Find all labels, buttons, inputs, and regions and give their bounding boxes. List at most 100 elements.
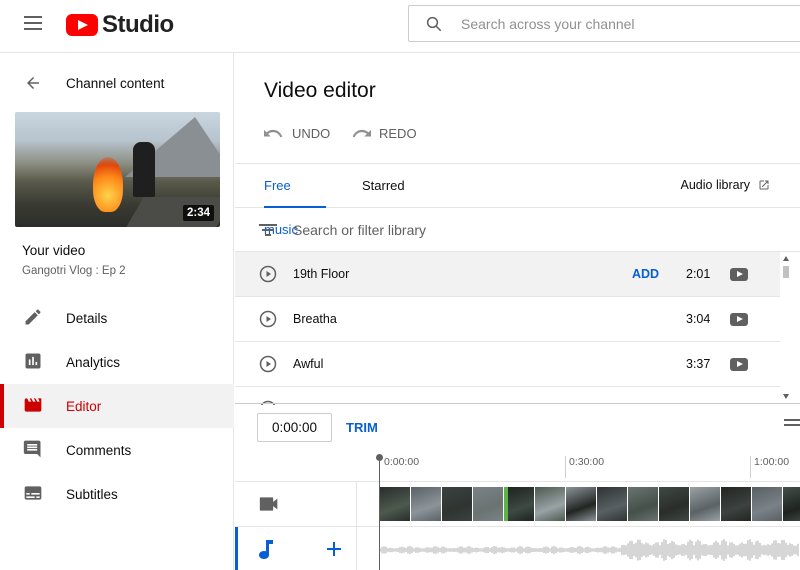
video-frame — [442, 487, 472, 521]
page-title: Video editor — [264, 79, 376, 102]
video-frame — [690, 487, 720, 521]
back-arrow-icon[interactable] — [24, 74, 42, 92]
track-list: 19th Floor ADD 2:01 Breatha 3:04 Awful 3… — [235, 252, 780, 405]
video-frame — [597, 487, 627, 521]
top-bar: Studio — [0, 0, 800, 53]
video-frame — [659, 487, 689, 521]
youtube-icon[interactable] — [730, 313, 748, 326]
sidebar-item-label: Subtitles — [66, 486, 118, 502]
track-duration: 3:04 — [686, 312, 711, 326]
scroll-down-icon[interactable] — [783, 394, 789, 399]
track-row[interactable]: 19th Floor ADD 2:01 — [235, 252, 780, 297]
logo-text: Studio — [102, 11, 174, 38]
track-list-scrollbar[interactable] — [780, 252, 792, 404]
audio-library-link[interactable]: Audio library — [681, 178, 770, 192]
track-row[interactable]: Awful 3:37 — [235, 342, 780, 387]
video-frame — [535, 487, 565, 521]
audio-library-label: Audio library — [680, 178, 750, 192]
sidebar-item-label: Details — [66, 310, 108, 326]
sidebar-item-label: Comments — [66, 442, 132, 458]
add-track-button[interactable]: ADD — [632, 267, 659, 281]
youtube-icon[interactable] — [730, 358, 748, 371]
sidebar-item-analytics[interactable]: Analytics — [0, 340, 234, 384]
filter-row[interactable]: Search or filter library — [235, 208, 800, 252]
track-row[interactable]: Breatha 3:04 — [235, 297, 780, 342]
pencil-icon — [25, 309, 41, 325]
filter-input[interactable]: Search or filter library — [293, 222, 426, 238]
search-input[interactable] — [461, 15, 761, 32]
timeline: 0:00:00 TRIM 0:00:00 0:30:00 1:00:00 — [235, 403, 800, 570]
video-frame — [566, 487, 596, 521]
sidebar-item-label: Editor — [66, 398, 102, 414]
youtube-icon[interactable] — [730, 268, 748, 281]
redo-label: REDO — [379, 126, 417, 141]
current-time-field[interactable]: 0:00:00 — [257, 413, 332, 442]
playhead[interactable] — [376, 454, 383, 570]
back-label: Channel content — [66, 75, 165, 91]
tab-free-music[interactable]: Free music — [264, 164, 326, 237]
hamburger-menu-icon[interactable] — [24, 16, 42, 30]
main-content: Video editor UNDO REDO Free music Starre… — [235, 53, 800, 570]
undo-button[interactable]: UNDO — [264, 126, 330, 141]
tab-starred[interactable]: Starred — [362, 164, 405, 208]
audio-track-row — [235, 526, 800, 570]
video-frame — [380, 487, 410, 521]
studio-logo[interactable]: Studio — [66, 11, 174, 39]
video-thumbnail[interactable]: 2:34 — [15, 112, 220, 227]
music-note-icon — [259, 540, 273, 559]
redo-icon — [352, 129, 371, 137]
sidebar-nav: Details Analytics Editor Comments Subtit… — [0, 296, 234, 516]
ruler-tick — [565, 456, 566, 478]
track-name: Awful — [293, 357, 324, 371]
ruler-tick — [750, 456, 751, 478]
youtube-logo-icon — [66, 14, 98, 36]
play-circle-icon[interactable] — [259, 310, 277, 328]
comments-icon — [23, 440, 41, 458]
subtitles-icon — [24, 486, 42, 500]
audio-waveform[interactable] — [380, 535, 800, 565]
analytics-icon — [25, 353, 41, 369]
back-to-channel-content[interactable]: Channel content — [0, 67, 234, 99]
timeline-ruler[interactable]: 0:00:00 0:30:00 1:00:00 — [235, 452, 800, 481]
ruler-tick-label: 0:30:00 — [569, 456, 605, 468]
drag-handle-icon[interactable] — [784, 419, 800, 426]
editor-clapper-icon — [24, 398, 42, 412]
thumbnail-duration: 2:34 — [182, 205, 214, 221]
video-frame — [628, 487, 658, 521]
scroll-up-icon[interactable] — [783, 256, 789, 261]
sidebar-item-comments[interactable]: Comments — [0, 428, 234, 472]
audio-library-panel: Free music Starred Audio library Search … — [235, 163, 800, 405]
play-circle-icon[interactable] — [259, 355, 277, 373]
video-frame — [504, 487, 534, 521]
video-frame — [473, 487, 503, 521]
filter-icon[interactable] — [259, 223, 277, 237]
sidebar-item-editor[interactable]: Editor — [0, 384, 234, 428]
video-frame — [721, 487, 751, 521]
video-frame-strip[interactable] — [380, 487, 800, 521]
trim-button[interactable]: TRIM — [346, 420, 378, 435]
open-external-icon — [759, 180, 769, 190]
undo-icon — [264, 129, 283, 137]
sidebar-item-label: Analytics — [66, 354, 121, 370]
add-audio-icon[interactable] — [327, 542, 341, 556]
track-duration: 2:01 — [686, 267, 711, 281]
redo-button[interactable]: REDO — [351, 126, 417, 141]
sidebar-item-subtitles[interactable]: Subtitles — [0, 472, 234, 516]
video-camera-icon — [259, 497, 278, 511]
track-duration: 3:37 — [686, 357, 711, 371]
sidebar-item-details[interactable]: Details — [0, 296, 234, 340]
your-video-label: Your video — [22, 243, 86, 258]
sidebar: Channel content 2:34 Your video Gangotri… — [0, 53, 234, 570]
search-icon — [426, 16, 442, 31]
search-bar[interactable] — [408, 5, 800, 42]
video-frame — [752, 487, 782, 521]
video-title: Gangotri Vlog : Ep 2 — [22, 265, 126, 277]
video-track-label — [235, 482, 357, 527]
scrollbar-thumb[interactable] — [783, 266, 789, 278]
video-frame — [783, 487, 800, 521]
audio-track-label — [235, 527, 357, 570]
video-track-row — [235, 481, 800, 527]
track-name: Breatha — [293, 312, 337, 326]
play-circle-icon[interactable] — [259, 265, 277, 283]
music-tabs: Free music Starred Audio library — [235, 164, 800, 237]
